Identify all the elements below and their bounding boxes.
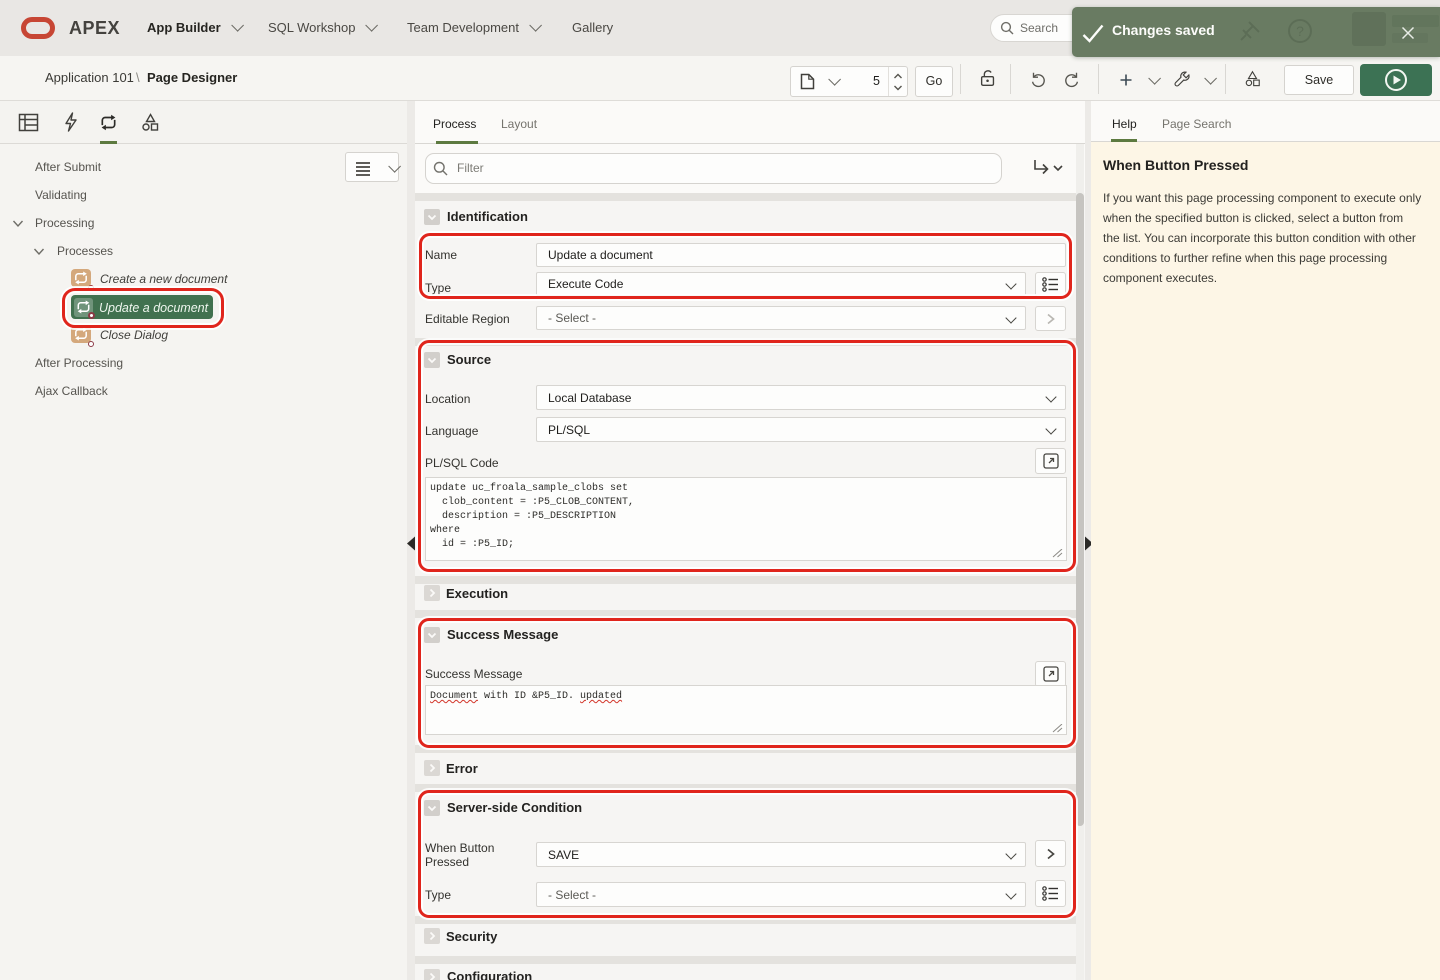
svg-text:?: ?: [1296, 23, 1304, 39]
